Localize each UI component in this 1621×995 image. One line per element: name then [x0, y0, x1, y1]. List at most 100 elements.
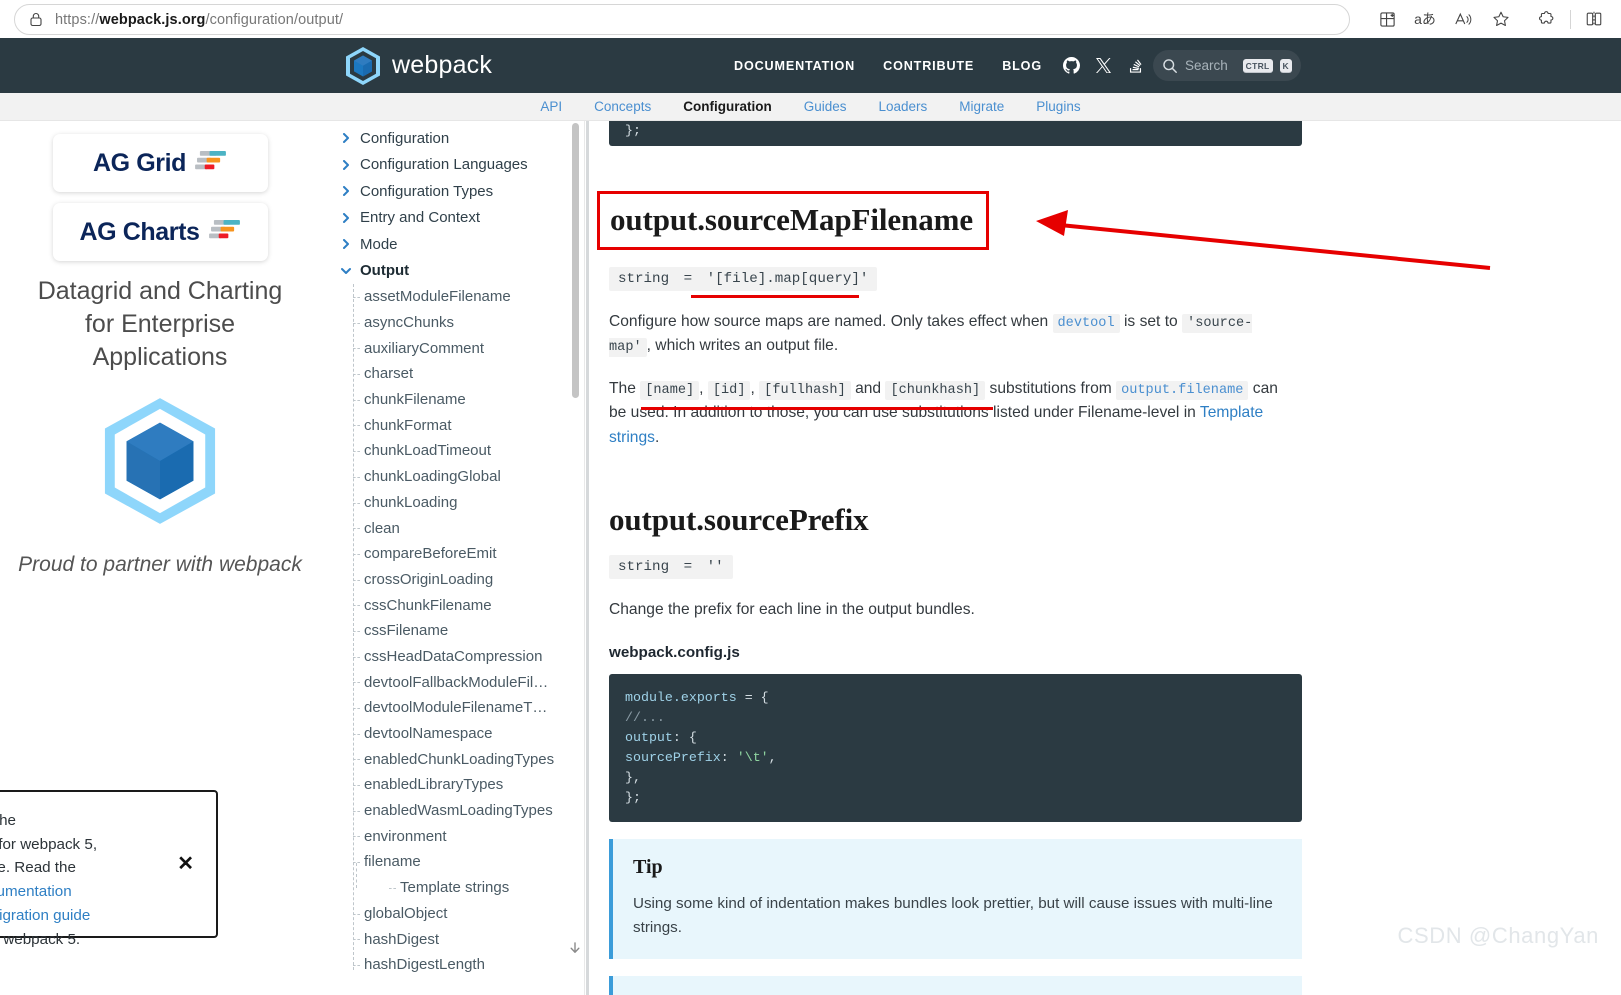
- toc-item-chunkloadtimeout[interactable]: chunkLoadTimeout: [350, 438, 584, 464]
- paragraph-sourcemap-description: Configure how source maps are named. Onl…: [609, 313, 1253, 358]
- ag-grid-card[interactable]: AG Grid: [52, 134, 268, 192]
- subnav-plugins[interactable]: Plugins: [1020, 99, 1096, 114]
- subnav-guides[interactable]: Guides: [788, 99, 863, 114]
- subnav-configuration[interactable]: Configuration: [667, 99, 787, 114]
- toc-item-assetmodulefilename[interactable]: assetModuleFilename: [350, 284, 584, 310]
- version-notice-toast: reading the entation for webpack 5, st r…: [0, 790, 218, 948]
- toc-item-enabledwasmloadingtypes[interactable]: enabledWasmLoadingTypes: [350, 798, 584, 824]
- nav-blog[interactable]: BLOG: [988, 59, 1056, 73]
- link-migration-guide[interactable]: migration guide: [0, 907, 90, 924]
- toc-group-mode[interactable]: Mode: [320, 231, 584, 258]
- toc-group-output[interactable]: Output: [320, 258, 584, 285]
- toc-group-entry-and-context[interactable]: Entry and Context: [320, 205, 584, 232]
- search-kbd-key: K: [1279, 58, 1292, 73]
- toc-item-filename[interactable]: filename: [350, 849, 584, 875]
- toc-item-comparebeforeemit[interactable]: compareBeforeEmit: [350, 541, 584, 567]
- red-underline-substitutions: [641, 407, 993, 411]
- toc-item-hashdigestlength[interactable]: hashDigestLength: [350, 952, 584, 978]
- search-box[interactable]: Search CTRL K: [1153, 50, 1301, 81]
- ag-charts-card[interactable]: AG Charts: [52, 203, 268, 261]
- code-token-comment: //...: [625, 709, 665, 725]
- ag-bars-icon: [195, 150, 226, 170]
- stackoverflow-icon[interactable]: [1120, 49, 1152, 83]
- subnav-concepts[interactable]: Concepts: [578, 99, 667, 114]
- toc-item-chunkloading[interactable]: chunkLoading: [350, 490, 584, 516]
- version-notice-text: reading the entation for webpack 5, st r…: [0, 809, 154, 951]
- toc-item-devtoolnamespace[interactable]: devtoolNamespace: [350, 721, 584, 747]
- toc-item-globalobject[interactable]: globalObject: [350, 901, 584, 927]
- extensions-puzzle-icon[interactable]: [1528, 0, 1566, 38]
- sidebar-toc: Configuration Configuration Languages Co…: [320, 121, 585, 995]
- address-bar[interactable]: https://webpack.js.org/configuration/out…: [14, 4, 1350, 35]
- toc-item-template-strings[interactable]: Template strings: [386, 875, 584, 901]
- lock-icon: [29, 12, 43, 27]
- toc-item-csschunkfilename[interactable]: cssChunkFilename: [350, 592, 584, 618]
- tip-indentation: Tip Using some kind of indentation makes…: [609, 838, 1302, 960]
- toc-item-chunkloadingglobal[interactable]: chunkLoadingGlobal: [350, 464, 584, 490]
- ag-charts-label: AG Charts: [79, 217, 200, 246]
- toc-item-crossoriginloading[interactable]: crossOriginLoading: [350, 567, 584, 593]
- nav-contribute[interactable]: CONTRIBUTE: [869, 59, 988, 73]
- toc-item-charset[interactable]: charset: [350, 361, 584, 387]
- split-screen-icon[interactable]: [1575, 0, 1613, 38]
- github-icon[interactable]: [1056, 49, 1088, 83]
- main-content: }; output.sourceMapFilename string = '[f…: [586, 121, 1621, 995]
- toc-item-environment[interactable]: environment: [350, 823, 584, 849]
- toc-item-devtoolfallbackmodulefilenametemplate[interactable]: devtoolFallbackModuleFil…: [350, 669, 584, 695]
- toc-item-chunkformat[interactable]: chunkFormat: [350, 412, 584, 438]
- chevron-right-icon: [343, 133, 349, 144]
- toc-item-chunkfilename[interactable]: chunkFilename: [350, 387, 584, 413]
- toc-item-cssheaddatacompression[interactable]: cssHeadDataCompression: [350, 644, 584, 670]
- subnav-migrate[interactable]: Migrate: [943, 99, 1020, 114]
- code-token-module-exports: module.exports: [625, 689, 737, 705]
- toc-item-devtoolmodulefilenametemplate[interactable]: devtoolModuleFilenameT…: [350, 695, 584, 721]
- toc-group-configuration[interactable]: Configuration: [320, 125, 584, 152]
- favorite-star-icon[interactable]: [1482, 0, 1520, 38]
- toc-item-hashdigest[interactable]: hashDigest: [350, 926, 584, 952]
- sidebar-scrollbar-thumb[interactable]: [572, 123, 579, 398]
- search-kbd-ctrl: CTRL: [1242, 58, 1273, 73]
- site-logo-text: webpack: [392, 51, 493, 79]
- nav-documentation[interactable]: DOCUMENTATION: [720, 59, 869, 73]
- toc-item-enabledchunkloadingtypes[interactable]: enabledChunkLoadingTypes: [350, 746, 584, 772]
- sidebar-scrollbar[interactable]: [572, 121, 579, 995]
- x-twitter-icon[interactable]: [1088, 49, 1120, 83]
- chevron-right-icon: [343, 239, 349, 250]
- subnav-api[interactable]: API: [524, 99, 578, 114]
- inline-code-devtool[interactable]: devtool: [1052, 314, 1120, 333]
- toc-item-cssfilename[interactable]: cssFilename: [350, 618, 584, 644]
- toc-item-auxiliarycomment[interactable]: auxiliaryComment: [350, 335, 584, 361]
- translate-icon[interactable]: aあ: [1406, 0, 1444, 38]
- inline-code-fullhash: [fullhash]: [759, 381, 851, 401]
- paragraph-substitutions: The [name], [id], [fullhash] and [chunkh…: [609, 380, 1278, 446]
- toc-item-enabledlibrarytypes[interactable]: enabledLibraryTypes: [350, 772, 584, 798]
- code-token-comma: ,: [768, 749, 777, 765]
- inline-code-output-filename[interactable]: output.filename: [1116, 381, 1249, 401]
- subnav-loaders[interactable]: Loaders: [862, 99, 943, 114]
- toc-group-configuration-types[interactable]: Configuration Types: [320, 178, 584, 205]
- read-aloud-icon[interactable]: [1444, 0, 1482, 38]
- code-token-close-module: };: [625, 789, 641, 805]
- close-icon[interactable]: ✕: [177, 854, 194, 874]
- code-token-close-output: },: [625, 769, 641, 785]
- toc-item-asyncchunks[interactable]: asyncChunks: [350, 310, 584, 336]
- search-placeholder: Search: [1185, 58, 1228, 73]
- chevron-right-icon: [343, 159, 349, 170]
- content-left-rail: [586, 121, 589, 995]
- toc-group-label: Output: [360, 262, 410, 280]
- page-title-sourceprefix: output.sourcePrefix: [609, 501, 869, 537]
- webpack-logo-large-icon: [104, 398, 216, 524]
- webpack-logo-icon: [346, 46, 380, 85]
- collections-icon[interactable]: [1368, 0, 1406, 38]
- code-token-brace-open: = {: [736, 689, 769, 705]
- toc-group-configuration-languages[interactable]: Configuration Languages: [320, 152, 584, 179]
- scroll-down-arrow-icon[interactable]: [568, 941, 582, 955]
- link-webpack4-docs[interactable]: ck 4 documentation: [0, 883, 72, 900]
- site-header: webpack DOCUMENTATION CONTRIBUTE BLOG Se…: [0, 38, 1621, 93]
- toc-output-children: assetModuleFilename asyncChunks auxiliar…: [320, 284, 584, 978]
- signature-sourcemapfilename: string = '[file].map[query]': [609, 267, 878, 291]
- heading-annotation-box: output.sourceMapFilename: [597, 191, 989, 250]
- toc-item-clean[interactable]: clean: [350, 515, 584, 541]
- inline-code-name: [name]: [640, 381, 700, 401]
- site-logo[interactable]: webpack: [345, 38, 492, 93]
